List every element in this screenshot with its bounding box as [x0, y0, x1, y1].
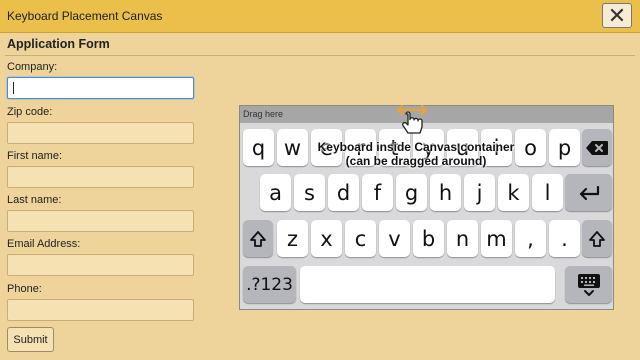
email-label: Email Address: — [7, 238, 81, 250]
close-icon: ✕ — [607, 2, 627, 28]
keyboard-hide-icon — [577, 273, 600, 296]
shift-icon — [250, 230, 266, 247]
key-j[interactable]: j — [464, 174, 495, 211]
key-z[interactable]: z — [277, 220, 308, 257]
hide-keyboard-key[interactable] — [565, 266, 612, 303]
keyboard-overlay-text: Keyboard inside Canvas container (can be… — [316, 140, 516, 168]
key-c[interactable]: c — [345, 220, 376, 257]
shift-icon — [589, 230, 605, 247]
drag-label: Drag here — [243, 109, 284, 119]
key-h[interactable]: h — [430, 174, 461, 211]
numbers-key[interactable]: .?123 — [243, 266, 296, 303]
title-bar: Keyboard Placement Canvas ✕ — [0, 0, 640, 33]
numbers-key-label: .?123 — [246, 274, 293, 295]
last-name-input[interactable] — [7, 210, 194, 232]
space-key[interactable] — [300, 266, 555, 303]
key-q[interactable]: q — [243, 129, 274, 166]
key-d[interactable]: d — [328, 174, 359, 211]
key-k[interactable]: k — [498, 174, 529, 211]
key-x[interactable]: x — [311, 220, 342, 257]
first-name-input[interactable] — [7, 166, 194, 188]
enter-icon — [579, 185, 599, 200]
shift-key-right[interactable] — [582, 220, 612, 257]
overlay-line-1: Keyboard inside Canvas container — [317, 140, 515, 154]
backspace-icon — [586, 140, 608, 155]
key-f[interactable]: f — [362, 174, 393, 211]
key-o[interactable]: o — [515, 129, 546, 166]
close-button[interactable]: ✕ — [602, 3, 632, 28]
form-heading: Application Form — [7, 37, 110, 51]
company-input[interactable] — [7, 77, 194, 99]
key-v[interactable]: v — [379, 220, 410, 257]
last-name-label: Last name: — [7, 194, 62, 206]
move-cursor-icon — [397, 105, 427, 134]
divider — [5, 55, 635, 56]
key-a[interactable]: a — [260, 174, 291, 211]
key-n[interactable]: n — [447, 220, 478, 257]
zip-code-input[interactable] — [7, 122, 194, 144]
key-w[interactable]: w — [277, 129, 308, 166]
backspace-key[interactable] — [582, 129, 612, 166]
key-m[interactable]: m — [481, 220, 512, 257]
shift-key-left[interactable] — [243, 220, 273, 257]
overlay-line-2: (can be dragged around) — [345, 154, 487, 168]
company-label: Company: — [7, 61, 58, 73]
key-b[interactable]: b — [413, 220, 444, 257]
submit-button[interactable]: Submit — [7, 327, 54, 352]
key-s[interactable]: s — [294, 174, 325, 211]
key-l[interactable]: l — [532, 174, 563, 211]
first-name-label: First name: — [7, 150, 63, 162]
key-period[interactable]: . — [549, 220, 580, 257]
key-g[interactable]: g — [396, 174, 427, 211]
email-input[interactable] — [7, 254, 194, 276]
phone-label: Phone: — [7, 283, 42, 295]
zip-code-label: Zip code: — [7, 106, 53, 118]
key-p[interactable]: p — [549, 129, 580, 166]
phone-input[interactable] — [7, 299, 194, 321]
text-caret — [13, 82, 14, 94]
key-comma[interactable]: , — [515, 220, 546, 257]
window-title: Keyboard Placement Canvas — [7, 9, 163, 23]
enter-key[interactable] — [565, 174, 612, 211]
